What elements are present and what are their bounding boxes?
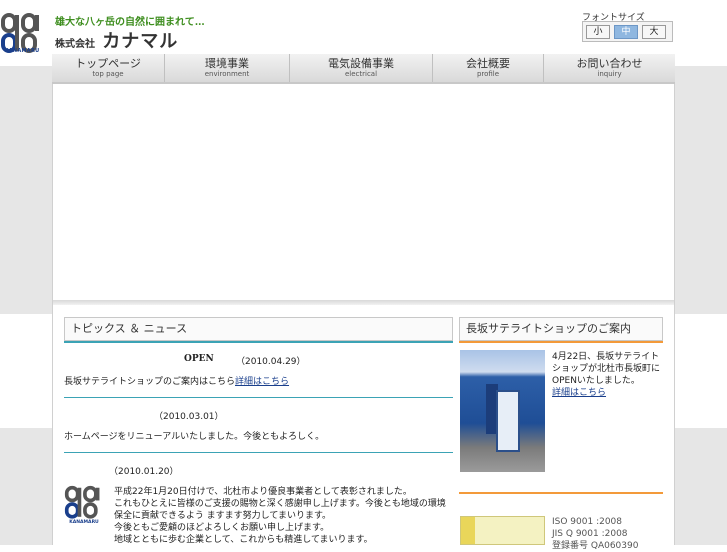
nav-label-en: environment [204,70,250,78]
nav-label-en: inquiry [597,70,622,78]
shop-photo-door [496,390,520,452]
logo-wordmark: KANAMARU [4,48,40,54]
news-divider [64,397,453,398]
nav-label-jp: 電気設備事業 [328,57,394,70]
news-title: OPEN [184,354,214,364]
news-date: （2010.04.29） [236,357,306,367]
global-nav: トップページ top page 環境事業 environment 電気設備事業 … [52,54,675,84]
shop-description: 4月22日、長坂サテライトショップが北杜市長坂町にOPENいたしました。 詳細は… [552,351,664,399]
nav-label-jp: 会社概要 [466,57,510,70]
company-name[interactable]: 株式会社 カナマル [55,27,178,53]
kanamaru-mini-logo-icon: KANAMARU [64,485,100,525]
shop-photo[interactable] [460,350,545,472]
news-line: 平成22年1月20日付けで、北杜市より優良事業者として表彰されました。 [114,487,412,497]
nav-label-jp: お問い合わせ [576,57,643,70]
background-band-right [675,66,727,314]
cert-line: ISO 9001 :2008 [552,517,623,527]
iso-certificate-image[interactable] [460,516,545,545]
background-band-right-lower [675,428,727,545]
nav-label-en: top page [92,70,124,78]
news-detail-link[interactable]: 詳細はこちら [235,377,289,387]
nav-label-en: profile [476,70,500,78]
hero-divider [53,300,674,305]
news-body: 長坂サテライトショップのご案内はこちら詳細はこちら [64,376,289,388]
topics-heading: トピックス ＆ ニュース [64,317,453,341]
nav-label-en: electrical [344,70,378,78]
mini-logo-wordmark: KANAMARU [69,519,99,525]
font-size-switcher: 小 中 大 [582,21,673,42]
news-body-text: 長坂サテライトショップのご案内はこちら [64,377,236,387]
shop-heading: 長坂サテライトショップのご案内 [459,317,663,341]
shop-description-text: 4月22日、長坂サテライトショップが北杜市長坂町にOPENいたしました。 [552,352,661,386]
news-date: （2010.01.20） [109,467,179,477]
shop-detail-link[interactable]: 詳細はこちら [552,388,606,398]
cert-line: JIS Q 9001 :2008 [552,529,628,539]
background-band-left [0,66,52,314]
company-title: カナマル [102,31,179,52]
topics-heading-underline [64,341,453,343]
background-band-left-lower [0,428,52,545]
nav-item-inquiry[interactable]: お問い合わせ inquiry [544,54,675,82]
nav-item-top-page[interactable]: トップページ top page [52,54,165,82]
news-line: 地域とともに歩む企業として、これからも精進してまいります。 [114,535,373,545]
news-line: 今後ともご愛顧のほどよろしくお願い申し上げます。 [114,523,330,533]
nav-item-environment[interactable]: 環境事業 environment [165,54,290,82]
hero-area [53,86,674,300]
news-line: これもひとえに皆様のご支援の賜物と深く感謝申し上げます。今後とも地域の環境保全に… [114,499,446,521]
certificate-strip [461,517,475,544]
font-size-large-button[interactable]: 大 [642,25,666,39]
nav-label-jp: トップページ [75,57,141,70]
shop-heading-underline [459,341,663,343]
news-divider [64,452,453,453]
news-date: （2010.03.01） [154,412,224,422]
news-item: （2010.01.20） 平成22年1月20日付けで、北杜市より優良事業者として… [64,464,453,545]
shop-divider [459,492,663,494]
cert-line: 登録番号 QA060390 [552,541,639,551]
nav-item-electrical[interactable]: 電気設備事業 electrical [290,54,433,82]
font-size-medium-button[interactable]: 中 [614,25,638,39]
iso-certification-info: ISO 9001 :2008 JIS Q 9001 :2008 登録番号 QA0… [552,516,638,552]
nav-item-profile[interactable]: 会社概要 profile [433,54,544,82]
news-body-text: ホームページをリニューアルいたしました。今後ともよろしく。 [64,432,325,442]
font-size-small-button[interactable]: 小 [586,25,610,39]
nav-label-jp: 環境事業 [205,57,249,70]
site-tagline: 雄大な八ヶ岳の自然に囲まれて… [55,17,205,28]
company-prefix: 株式会社 [55,39,95,50]
news-item: （2010.03.01） ホームページをリニューアルいたしました。今後ともよろし… [64,409,453,449]
news-item: OPEN （2010.04.29） 長坂サテライトショップのご案内はこちら詳細は… [64,354,453,394]
news-body: 平成22年1月20日付けで、北杜市より優良事業者として表彰されました。 これもひ… [114,486,453,546]
